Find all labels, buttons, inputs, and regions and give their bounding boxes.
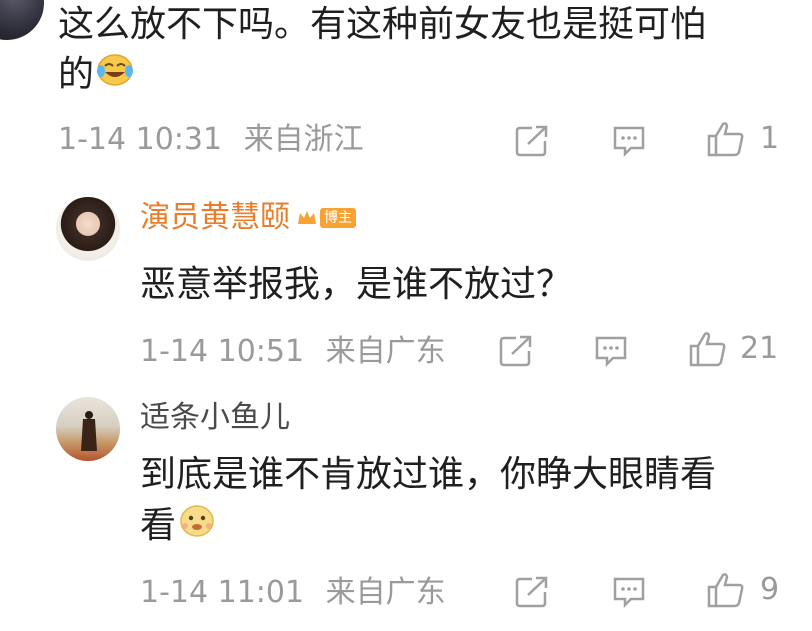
share-button[interactable]	[514, 575, 550, 609]
comment-time: 1-14 10:51	[140, 334, 305, 369]
badge-label: 博主	[320, 208, 356, 228]
crown-icon	[298, 211, 316, 224]
comment-time: 1-14 11:01	[140, 575, 305, 610]
blogger-badge: 博主	[296, 208, 356, 228]
laugh-cry-emoji-icon	[96, 53, 134, 99]
share-button[interactable]	[498, 334, 534, 368]
comment-icon	[613, 577, 645, 609]
comment-time: 1-14 10:31	[58, 122, 223, 157]
comment-text-line2: 的	[58, 52, 134, 99]
author-name[interactable]: 演员黄慧颐	[140, 200, 290, 236]
comment-location: 来自浙江	[243, 122, 364, 157]
share-button[interactable]	[514, 124, 550, 158]
comment-author-row: 演员黄慧颐 博主	[140, 200, 356, 236]
like-button[interactable]: 1	[706, 120, 779, 158]
like-button[interactable]: 9	[706, 571, 779, 609]
comment-text: 恶意举报我，是谁不放过？	[140, 264, 573, 305]
avatar[interactable]	[56, 197, 120, 261]
comment-icon	[613, 126, 645, 158]
avatar-figure-icon	[81, 411, 97, 451]
comment-meta: 1-14 10:31 来自浙江	[58, 122, 364, 158]
share-icon	[515, 125, 548, 157]
comment-location: 来自广东	[325, 575, 446, 610]
comment-meta: 1-14 11:01 来自广东	[140, 575, 446, 611]
like-count: 9	[760, 572, 780, 607]
comment-text-line2: 看	[140, 503, 216, 550]
like-count: 1	[760, 121, 780, 156]
comment-location: 来自广东	[325, 334, 446, 369]
comment-button[interactable]	[593, 334, 629, 368]
comment-icon	[595, 336, 627, 368]
comment-text-line1: 到底是谁不肯放过谁，你睁大眼睛看	[140, 454, 717, 495]
comment-button[interactable]	[611, 575, 647, 609]
avatar[interactable]	[0, 0, 44, 40]
comment-text-line1: 这么放不下吗。有这种前女友也是挺可怕	[58, 4, 707, 45]
comment-meta: 1-14 10:51 来自广东	[140, 334, 446, 370]
thumbs-up-icon	[707, 122, 744, 157]
like-button[interactable]: 21	[688, 330, 778, 368]
avatar[interactable]	[56, 397, 120, 461]
like-count: 21	[740, 331, 779, 366]
thumbs-up-icon	[689, 332, 726, 367]
author-name[interactable]: 适条小鱼儿	[140, 400, 290, 436]
thumbs-up-icon	[707, 573, 744, 608]
share-icon	[515, 576, 548, 608]
share-icon	[499, 335, 532, 367]
tease-emoji-icon	[178, 504, 216, 550]
comment-button[interactable]	[611, 124, 647, 158]
